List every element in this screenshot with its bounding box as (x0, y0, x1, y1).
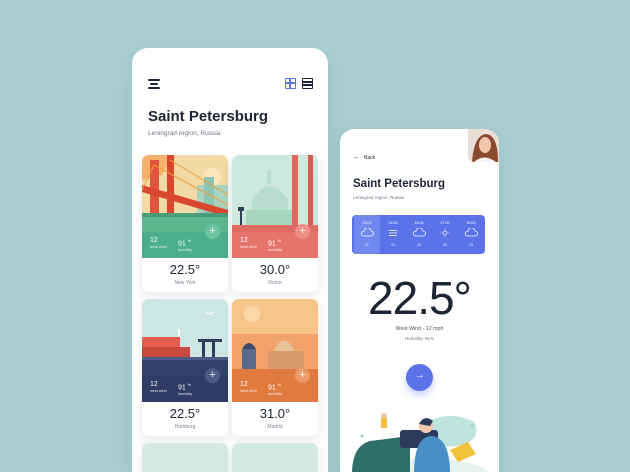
humidity-stat: 91 % humidity (268, 239, 283, 253)
add-city-button[interactable]: + (295, 368, 310, 383)
sun-icon (440, 228, 450, 238)
card-temperature: 31.0° (259, 406, 291, 421)
card-city-name: Madrid (267, 424, 283, 430)
hourly-item[interactable]: 14:00 24 (380, 215, 406, 254)
list-view-icon[interactable] (302, 78, 313, 89)
hourly-item[interactable]: 13:00 21 (354, 215, 380, 254)
grid-view-icon[interactable] (285, 78, 296, 89)
humidity-stat: 91 % humidity (178, 239, 193, 253)
card-city-name: Humburg (174, 424, 196, 430)
hourly-item[interactable]: 17:00 25 (432, 215, 458, 254)
city-list-screen: Saint Petersburg Leningrad region, Russi… (132, 48, 328, 472)
add-city-button[interactable]: + (205, 368, 220, 383)
menu-icon[interactable] (148, 79, 160, 89)
add-city-button[interactable]: + (205, 224, 220, 239)
city-card-madrid[interactable]: 12 west wind 91 % humidity + 31.0° Madri… (232, 299, 318, 436)
city-card-partial[interactable] (142, 443, 228, 472)
card-temperature: 30.0° (259, 262, 291, 277)
humidity-stat: 91 % humidity (268, 383, 283, 397)
cloud-icon (360, 228, 374, 237)
cloud-icon (412, 228, 426, 237)
city-card-new-york[interactable]: 12 west wind 91 % humidity + 22.5° New Y… (142, 155, 228, 292)
humidity-info: Humidity: 91% (404, 336, 434, 341)
cloud-icon (464, 228, 478, 237)
page-subtitle: Leningrad region, Russia (353, 195, 405, 200)
city-card-rome[interactable]: 12 west wind 91 % humidity + 30.0° Rome (232, 155, 318, 292)
wind-icon (389, 230, 397, 236)
wind-stat: 12 west wind (150, 237, 167, 249)
arrow-right-icon: → (414, 370, 425, 381)
wind-stat: 12 west wind (150, 381, 167, 393)
people-illustration (340, 406, 499, 472)
page-subtitle: Leningrad region, Russia (148, 130, 221, 137)
avatar[interactable] (468, 129, 499, 162)
card-city-name: New York (174, 280, 196, 286)
card-temperature: 22.5° (169, 406, 201, 421)
current-temperature: 22.5° (368, 272, 472, 324)
add-city-button[interactable]: + (295, 224, 310, 239)
city-detail-screen: ← Back Saint Petersburg Leningrad region,… (340, 129, 499, 472)
city-card-humburg[interactable]: 12 west wind 91 % humidity + 22.5° Humbu… (142, 299, 228, 436)
page-title: Saint Petersburg (353, 178, 446, 190)
back-arrow-icon: ← (353, 154, 360, 161)
card-temperature: 22.5° (169, 262, 201, 277)
page-title: Saint Petersburg (148, 108, 269, 125)
hourly-item[interactable]: 15:00 22 (406, 215, 432, 254)
humidity-stat: 91 % humidity (178, 383, 193, 397)
card-city-name: Rome (268, 280, 282, 286)
wind-stat: 12 west wind (240, 381, 257, 393)
city-card-partial[interactable] (232, 443, 318, 472)
back-label: Back (364, 155, 376, 161)
hourly-item[interactable]: 20:00 23 (458, 215, 484, 254)
back-button[interactable]: ← Back (353, 154, 375, 161)
wind-info: West Wind - 12 mph (395, 326, 444, 332)
hourly-forecast: 13:00 21 14:00 24 15:00 22 17:00 25 20:0… (352, 215, 485, 254)
wind-stat: 12 west wind (240, 237, 257, 249)
next-button[interactable]: → (406, 364, 433, 391)
